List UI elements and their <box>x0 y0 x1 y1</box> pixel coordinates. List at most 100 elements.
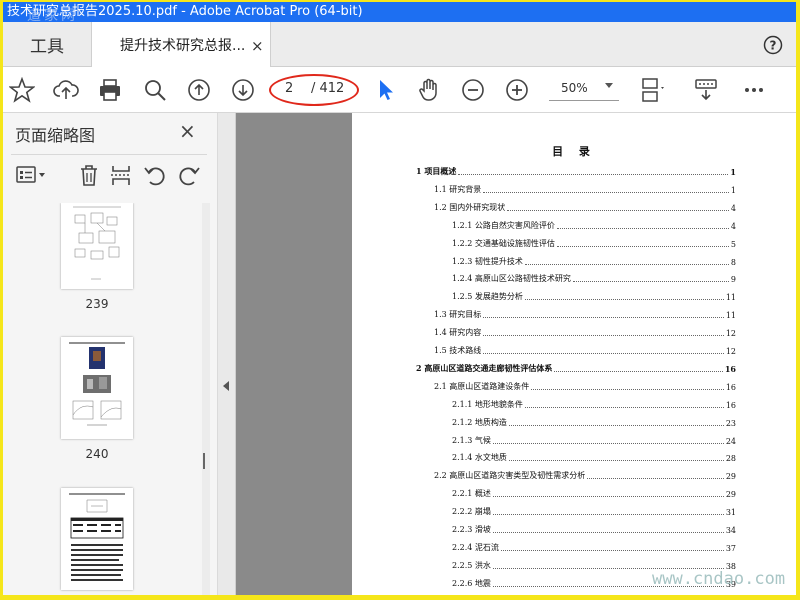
page-thumbnail[interactable] <box>61 337 133 439</box>
toc-entry[interactable]: 1.2 国内外研究现状 4 <box>434 199 736 213</box>
toc-entry-page: 29 <box>725 490 736 500</box>
toc-entry[interactable]: 2.3 高原山区道路灾害特性分析42 <box>434 593 736 595</box>
document-viewer: 目 录 1 项目概述 1 1.1 研究背景 1 1.2 国内外研究现状 4 1.2.1 公路… <box>236 113 796 595</box>
page-thumbnail[interactable] <box>61 203 133 289</box>
toc-entry[interactable]: 2.1.4 水文地质 28 <box>452 449 736 463</box>
fit-page-icon[interactable] <box>639 77 665 103</box>
zoom-out-icon[interactable] <box>460 77 486 103</box>
zoom-select[interactable]: 50% <box>549 78 619 101</box>
thumbnail-page-number: 239 <box>85 297 109 311</box>
toc-entry[interactable]: 1.2.3 韧性提升技术 8 <box>452 253 736 267</box>
panel-collapse-handle[interactable] <box>218 113 236 595</box>
hand-tool-icon[interactable] <box>416 77 442 103</box>
thumbnail-list: 239 240 <box>3 203 203 595</box>
rotate-left-icon[interactable] <box>143 163 167 187</box>
tab-close-icon[interactable]: × <box>251 37 264 55</box>
toc-entry[interactable]: 1 项目概述 1 <box>416 163 736 177</box>
print-icon[interactable] <box>97 77 123 103</box>
annotation-oval <box>269 74 359 106</box>
extract-pages-icon[interactable] <box>109 163 133 187</box>
toc-entry[interactable]: 2.1.1 地形地貌条件 16 <box>452 396 736 410</box>
toc-title: 目 录 <box>552 145 596 158</box>
cloud-upload-icon[interactable] <box>53 77 79 103</box>
toc-entry[interactable]: 1.2.1 公路自然灾害风险评价 4 <box>452 217 736 231</box>
page-thumbnail[interactable] <box>61 488 133 590</box>
toc-entry[interactable]: 1.2.4 高原山区公路韧性技术研究 9 <box>452 270 736 284</box>
thumbnail-panel: 页面缩略图 × 239 240 <box>3 113 218 595</box>
toc-leader-dots <box>556 245 729 247</box>
toc-entry-label: 2.2.1 概述 <box>452 489 491 499</box>
toc-entry-page: 11 <box>725 311 736 321</box>
toc-entry-page: 23 <box>725 418 736 428</box>
search-icon[interactable] <box>142 77 168 103</box>
toc-leader-dots <box>554 370 723 372</box>
toc-entry[interactable]: 1.2.5 发展趋势分析 11 <box>452 288 736 302</box>
close-icon[interactable]: × <box>179 119 196 143</box>
rotate-right-icon[interactable] <box>177 163 201 187</box>
chevron-down-icon <box>605 83 613 88</box>
toc-entry[interactable]: 2.2.2 崩塌 31 <box>452 503 736 517</box>
toc-entry-label: 2.1.4 水文地质 <box>452 453 507 463</box>
panel-title: 页面缩略图 <box>15 126 96 145</box>
scroll-mode-icon[interactable] <box>693 77 719 103</box>
toc-entry-page: 1 <box>730 167 736 177</box>
toc-entry[interactable]: 2.1.3 气候 24 <box>452 432 736 446</box>
toc-entry-label: 1 项目概述 <box>416 166 457 176</box>
select-arrow-icon[interactable] <box>373 77 399 103</box>
previous-page-icon[interactable] <box>186 77 212 103</box>
toc-entry-page: 1 <box>730 185 736 195</box>
toc-entry[interactable]: 1.4 研究内容 12 <box>434 324 736 338</box>
watermark-text: www.cndao.com <box>652 569 786 589</box>
delete-icon[interactable] <box>77 163 101 187</box>
toc-entry-page: 12 <box>725 329 736 339</box>
toc-entry-page: 31 <box>725 508 736 518</box>
thumbnail-scrollbar[interactable] <box>202 203 210 595</box>
toc-entry-page: 8 <box>730 257 736 267</box>
toc-entry[interactable]: 2.2 高原山区道路灾害类型及韧性需求分析 29 <box>434 467 736 481</box>
toc-entry[interactable]: 2.2.4 泥石流 37 <box>452 539 736 553</box>
toc-entry[interactable]: 2.2.3 滑坡 34 <box>452 521 736 535</box>
toc-leader-dots <box>483 316 724 319</box>
toc-entry[interactable]: 1.2.2 交通基础设施韧性评估 5 <box>452 235 736 249</box>
toc-entry-label: 1.2.2 交通基础设施韧性评估 <box>452 238 555 248</box>
toc-entry-page: 4 <box>730 203 736 213</box>
toc-entry-page: 5 <box>730 239 736 249</box>
toc-entry-page: 34 <box>725 526 736 535</box>
next-page-icon[interactable] <box>230 77 256 103</box>
bookmark-star-icon[interactable] <box>8 76 36 103</box>
thumbnail-options-icon[interactable] <box>15 163 45 187</box>
toc-leader-dots <box>572 280 729 283</box>
toc-entry[interactable]: 1.3 研究目标 11 <box>434 306 736 320</box>
page-navigator: 2 / 412 <box>269 74 359 106</box>
tab-document[interactable]: 提升技术研究总报... <box>91 22 271 67</box>
toc-entry[interactable]: 1.5 技术路线 12 <box>434 342 736 356</box>
toc-entry-label: 2.2.5 洪水 <box>452 560 491 570</box>
toc-entry[interactable]: 2.2.1 概述 29 <box>452 485 736 499</box>
help-icon[interactable]: ? <box>763 35 783 55</box>
toc-entry[interactable]: 2.1 高原山区道路建设条件 16 <box>434 378 736 392</box>
svg-text:?: ? <box>770 39 777 53</box>
tab-tools[interactable]: 工具 <box>3 22 91 67</box>
zoom-in-icon[interactable] <box>504 77 530 103</box>
collapse-arrow-icon <box>223 381 229 391</box>
toc-entry[interactable]: 1.1 研究背景 1 <box>434 181 736 195</box>
toc-entry-label: 1.4 研究内容 <box>434 328 482 338</box>
thumbnail-toolbar <box>11 154 207 203</box>
toc-leader-dots <box>492 442 724 444</box>
toc-leader-dots <box>556 227 729 229</box>
toc-entry-label: 1.2 国内外研究现状 <box>434 202 506 212</box>
more-options-icon[interactable] <box>741 77 767 103</box>
scrollbar-thumb[interactable] <box>203 453 205 469</box>
toc-entry-page: 29 <box>725 472 736 482</box>
toc-entry[interactable]: 2.1.2 地质构造 23 <box>452 414 736 428</box>
thumbnail-page-number: 240 <box>85 447 109 461</box>
toc-leader-dots <box>500 549 724 551</box>
toc-entry-page: 28 <box>725 454 736 464</box>
toc-entry-label: 2.2.6 地震 <box>452 578 491 588</box>
zoom-value: 50% <box>561 81 588 95</box>
toc-entry-label: 2.1 高原山区道路建设条件 <box>434 381 530 391</box>
toc-leader-dots <box>458 173 729 175</box>
toc-entry-label: 2.1.3 气候 <box>452 435 491 445</box>
toc-entry[interactable]: 2 高原山区道路交通走廊韧性评估体系 16 <box>416 360 736 374</box>
toc-entry-label: 1.3 研究目标 <box>434 310 482 320</box>
